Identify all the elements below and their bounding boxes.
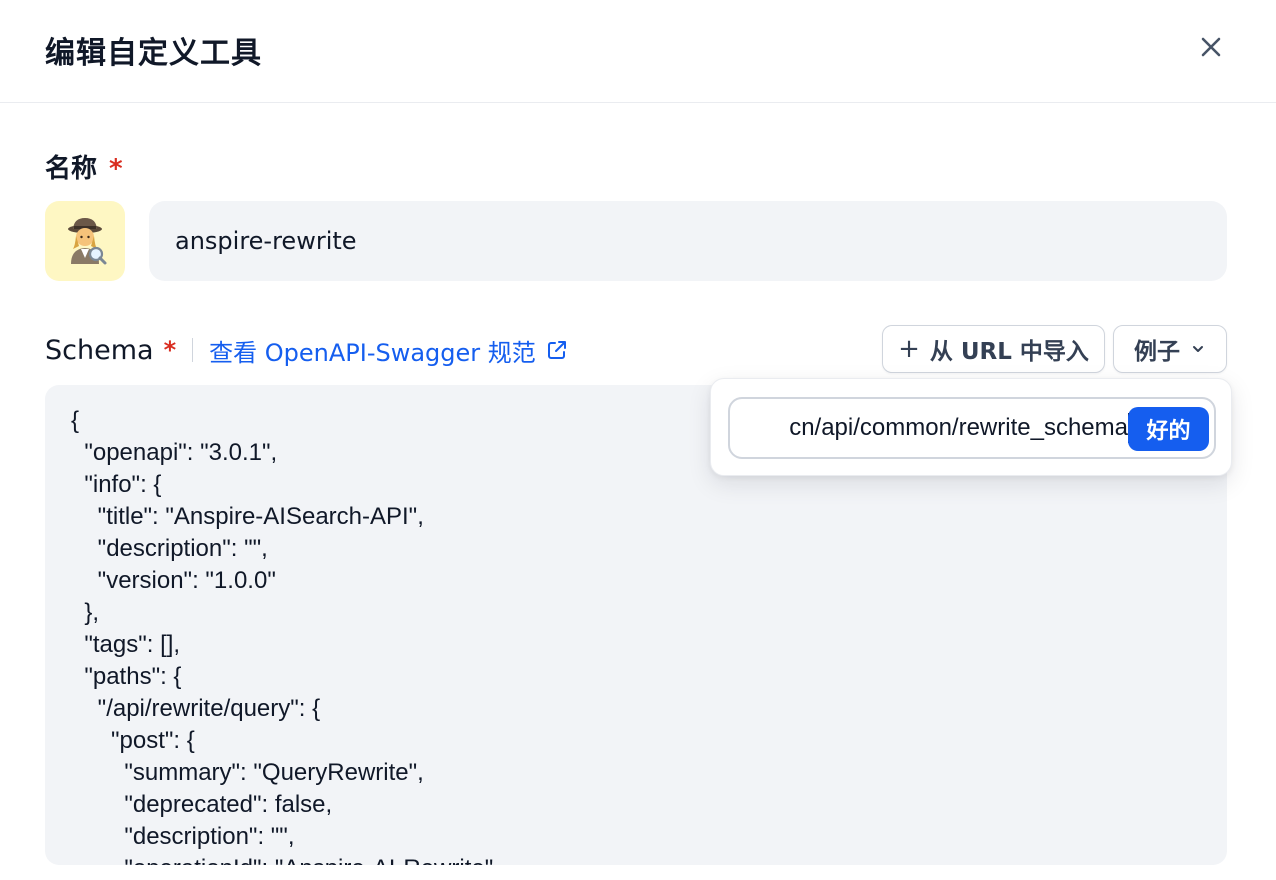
- dialog-title: 编辑自定义工具: [45, 36, 262, 71]
- chevron-down-icon: [1193, 346, 1203, 352]
- divider: [192, 338, 194, 362]
- detective-emoji-icon: [68, 218, 107, 265]
- close-icon: [1201, 37, 1221, 57]
- name-label-text: 名称: [45, 154, 98, 184]
- schema-label: Schema: [45, 334, 154, 366]
- plus-icon: +: [898, 334, 920, 364]
- examples-label: 例子: [1134, 339, 1180, 365]
- url-input[interactable]: cn/api/common/rewrite_schema 好的: [728, 397, 1216, 459]
- url-input-value: cn/api/common/rewrite_schema: [742, 399, 1130, 457]
- openapi-spec-link-text: 查看 OpenAPI-Swagger 规范: [209, 338, 536, 367]
- name-label: 名称 *: [45, 148, 123, 185]
- schema-label-row: Schema * 查看 OpenAPI-Swagger 规范: [45, 330, 568, 370]
- openapi-spec-link[interactable]: 查看 OpenAPI-Swagger 规范: [209, 333, 568, 368]
- ok-button[interactable]: 好的: [1128, 407, 1209, 451]
- examples-dropdown-button[interactable]: 例子: [1113, 325, 1227, 373]
- tool-icon-picker[interactable]: [45, 201, 125, 281]
- tool-name-input[interactable]: anspire-rewrite: [149, 201, 1227, 281]
- required-mark: *: [163, 336, 177, 364]
- external-link-icon: [547, 341, 566, 359]
- import-from-url-label: 从 URL 中导入: [929, 339, 1089, 365]
- required-mark: *: [109, 154, 123, 184]
- import-from-url-button[interactable]: + 从 URL 中导入: [882, 325, 1105, 373]
- close-button[interactable]: [1194, 30, 1228, 64]
- dialog-header: 编辑自定义工具: [0, 0, 1276, 103]
- import-url-popover: cn/api/common/rewrite_schema 好的: [710, 378, 1232, 476]
